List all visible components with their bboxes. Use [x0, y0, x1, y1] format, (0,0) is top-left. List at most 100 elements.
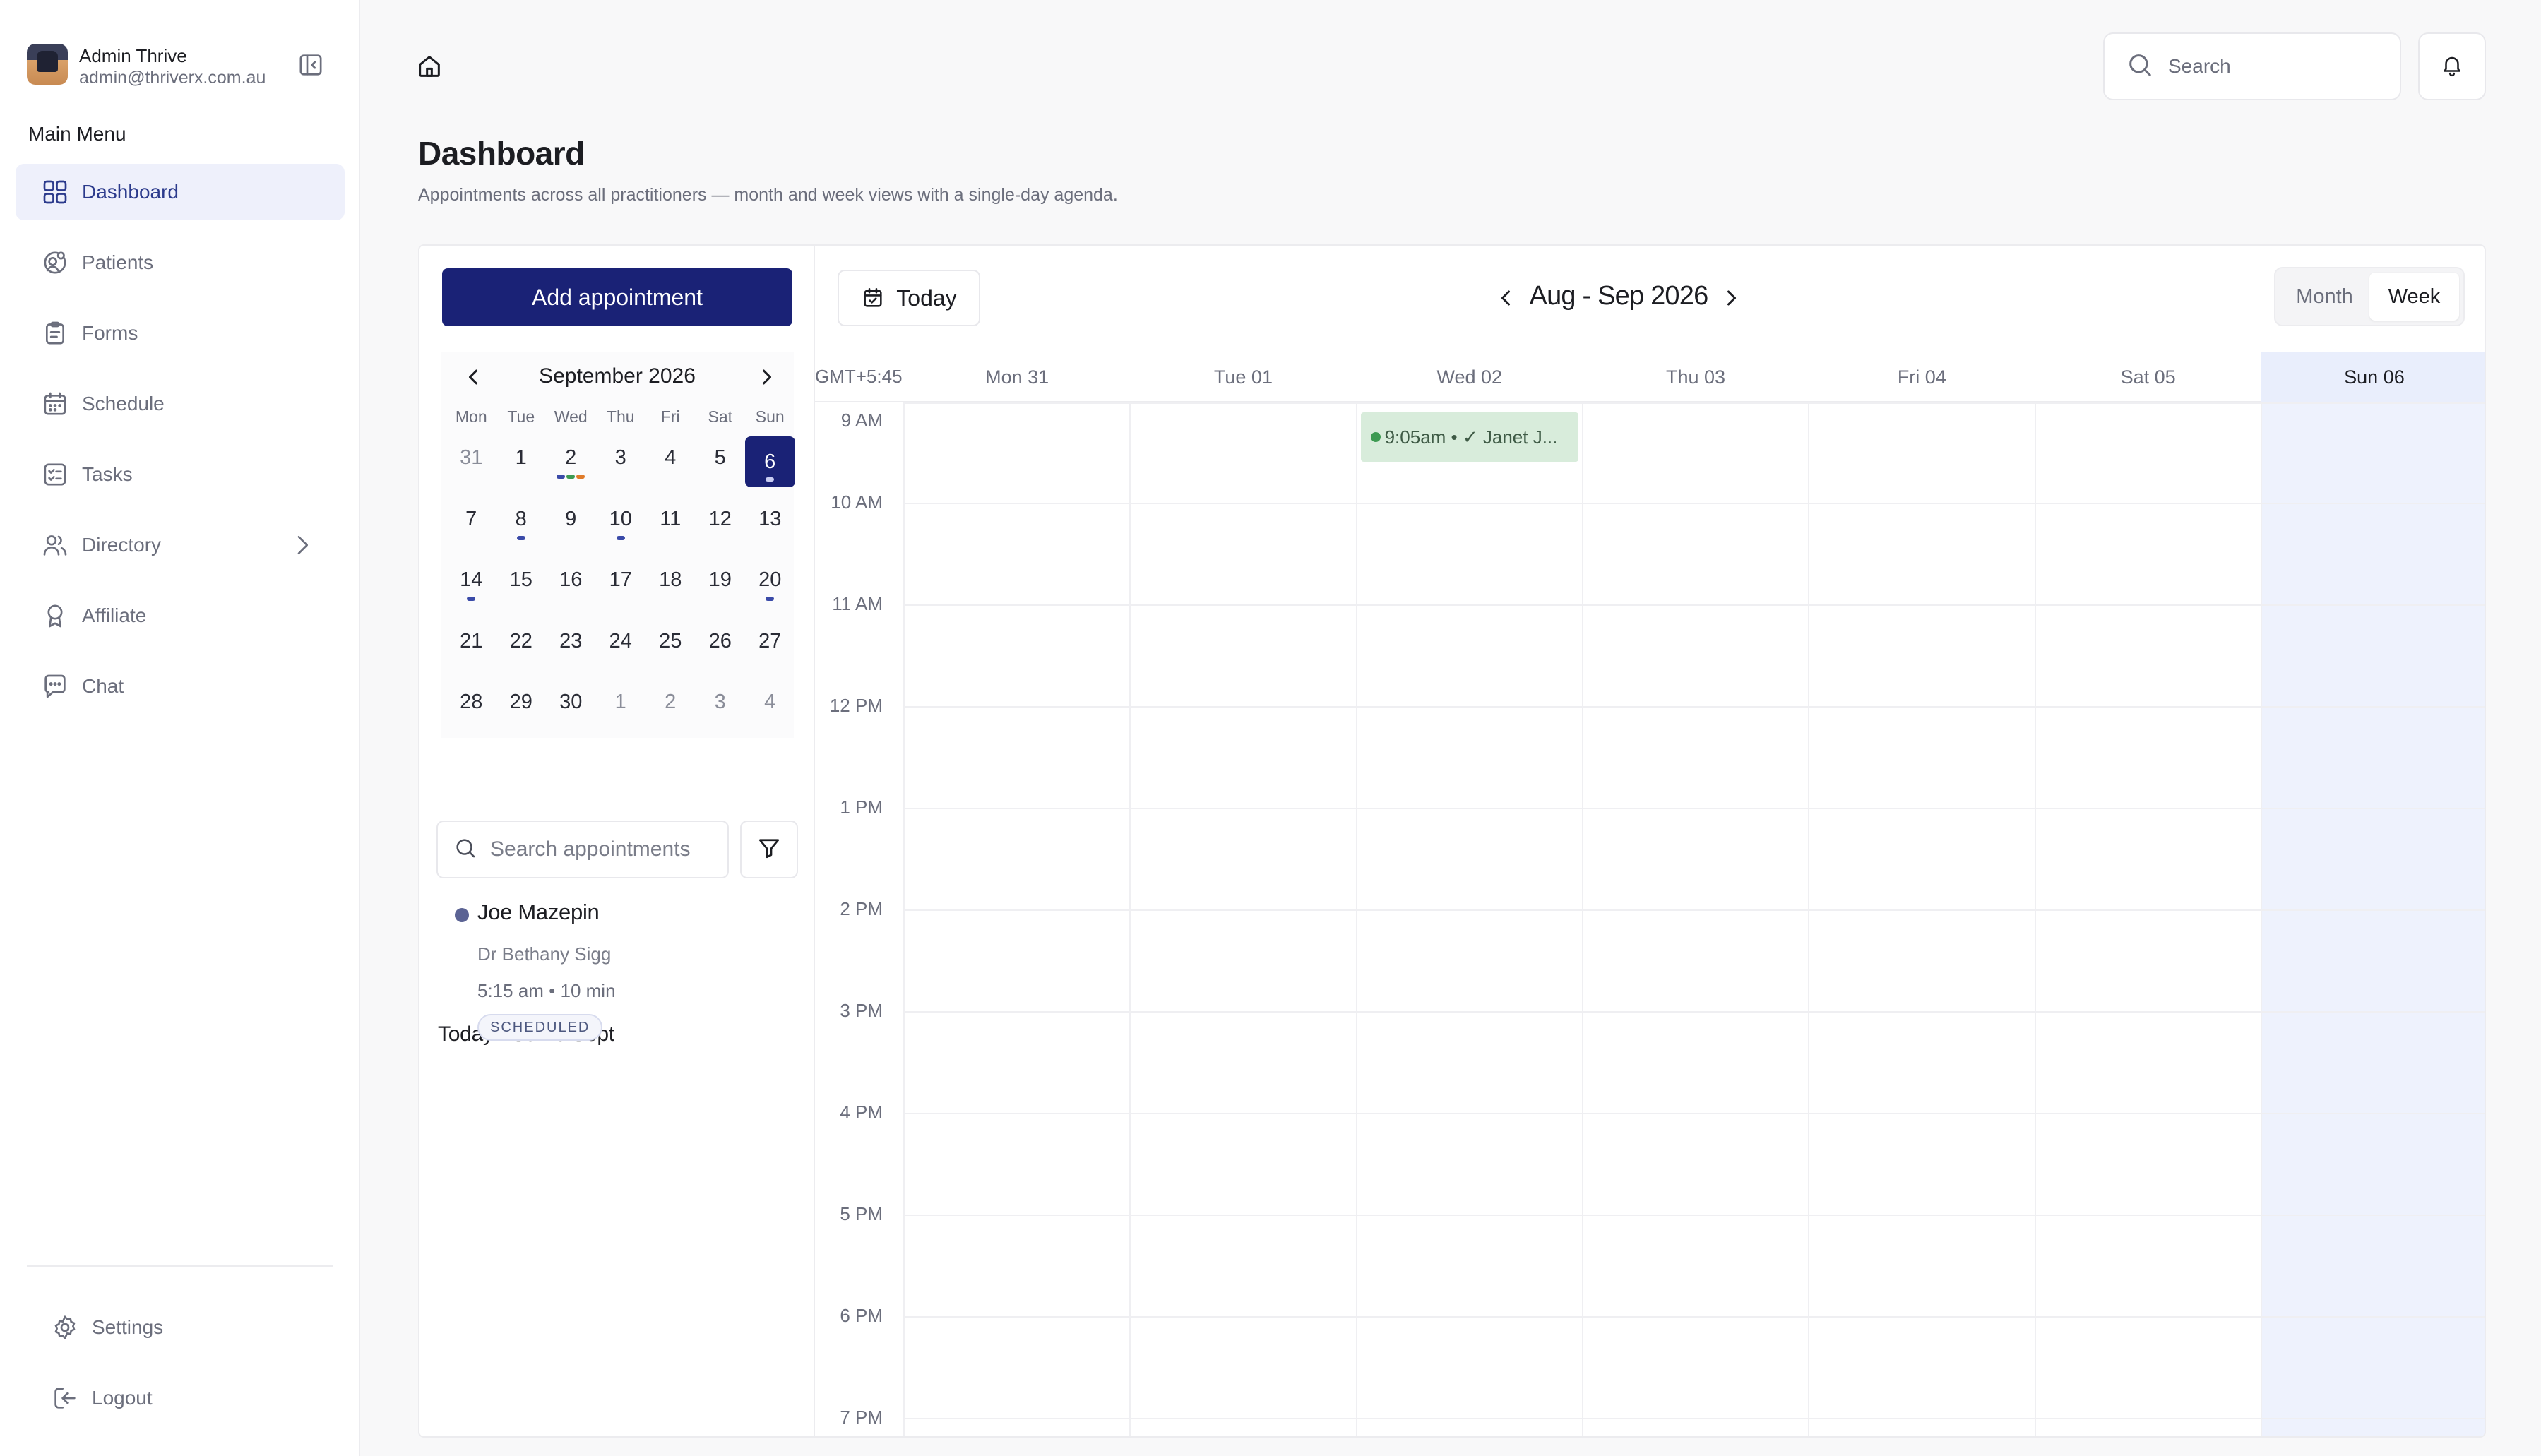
calendar-day[interactable]: 20 [745, 554, 795, 616]
calendar-day[interactable]: 16 [546, 554, 596, 616]
calendar-day[interactable]: 17 [596, 554, 646, 616]
day-number: 17 [609, 568, 632, 591]
day-number: 3 [614, 446, 626, 469]
calendar-day[interactable]: 18 [645, 554, 696, 616]
day-number: 2 [565, 446, 577, 469]
appointment-dot [576, 475, 585, 479]
calendar-day[interactable]: 4 [745, 676, 795, 738]
hour-label: 11 AM [832, 593, 883, 614]
calendar-day[interactable]: 2 [546, 432, 596, 494]
sidebar-item-logout[interactable]: Logout [27, 1370, 338, 1426]
calendar-day[interactable]: 25 [645, 616, 696, 677]
appointment-search-input[interactable] [490, 837, 716, 861]
day-column-header[interactable]: Tue 01 [1130, 352, 1356, 402]
calendar-day[interactable]: 12 [696, 494, 746, 555]
patients-icon [41, 249, 69, 277]
week-view-button[interactable]: Week [2369, 273, 2459, 321]
appointment-dot [557, 475, 566, 479]
calendar-day[interactable]: 14 [446, 554, 496, 616]
calendar-day[interactable]: 13 [745, 494, 795, 555]
day-column-header[interactable]: Sat 05 [2035, 352, 2261, 402]
day-column-header[interactable]: Mon 31 [904, 352, 1130, 402]
left-panel: Add appointment September 2026 Mon Tue Wed… [419, 246, 815, 1436]
calendar-day[interactable]: 1 [596, 676, 646, 738]
grid-column-line [1808, 402, 1810, 1436]
calendar-day[interactable]: 23 [546, 616, 596, 677]
chevron-right-icon[interactable] [754, 364, 780, 390]
search-input[interactable] [2168, 55, 2394, 78]
filter-button[interactable] [740, 821, 798, 878]
appointment-dot [616, 535, 625, 540]
calendar-event[interactable]: 9:05am • ✓ Janet J... [1360, 412, 1578, 462]
calendar-day-selected[interactable]: 6 [745, 432, 795, 494]
calendar-day[interactable]: 1 [496, 432, 547, 494]
sidebar-item-directory[interactable]: Directory [16, 517, 345, 573]
sidebar-item-chat[interactable]: Chat [16, 658, 345, 715]
nav-label: Dashboard [82, 181, 179, 203]
appointment-indicator [745, 597, 795, 601]
main-nav: Dashboard Patients Forms Schedule Tasks [16, 164, 345, 729]
sidebar-item-settings[interactable]: Settings [27, 1299, 338, 1356]
grid-column-line [2260, 402, 2262, 1436]
add-appointment-button[interactable]: Add appointment [442, 268, 792, 326]
appointment-search[interactable] [436, 821, 729, 878]
sidebar-collapse-icon[interactable] [297, 51, 325, 79]
calendar-day[interactable]: 8 [496, 494, 547, 555]
day-column-header[interactable]: Sun 06 [2261, 352, 2485, 402]
calendar-day[interactable]: 19 [696, 554, 746, 616]
calendar-day[interactable]: 30 [546, 676, 596, 738]
hour-label: 3 PM [840, 1000, 883, 1021]
sidebar-item-patients[interactable]: Patients [16, 234, 345, 291]
day-number: 29 [509, 691, 532, 713]
calendar-day[interactable]: 29 [496, 676, 547, 738]
weekday-label: Sun [755, 407, 785, 426]
sidebar-item-schedule[interactable]: Schedule [16, 376, 345, 432]
today-button[interactable]: Today [838, 270, 980, 326]
notifications-button[interactable] [2418, 32, 2486, 100]
day-column-header[interactable]: Fri 04 [1809, 352, 2035, 402]
calendar-day[interactable]: 7 [446, 494, 496, 555]
hour-label: 10 AM [831, 491, 883, 513]
sidebar-item-forms[interactable]: Forms [16, 305, 345, 362]
chat-icon [41, 672, 69, 700]
user-profile[interactable]: Admin Thrive admin@thriverx.com.au [27, 42, 338, 89]
calendar-day[interactable]: 9 [546, 494, 596, 555]
day-column-header[interactable]: Wed 02 [1357, 352, 1583, 402]
calendar-day[interactable]: 2 [645, 676, 696, 738]
day-column-header[interactable]: Thu 03 [1583, 352, 1809, 402]
sidebar-item-tasks[interactable]: Tasks [16, 446, 345, 503]
calendar-day[interactable]: 28 [446, 676, 496, 738]
calendar-day[interactable]: 21 [446, 616, 496, 677]
appointment-indicator [745, 477, 795, 482]
mini-calendar-header: September 2026 [441, 352, 794, 401]
calendar-day[interactable]: 5 [696, 432, 746, 494]
calendar-day[interactable]: 4 [645, 432, 696, 494]
day-number: 25 [659, 629, 682, 652]
chevron-left-icon[interactable] [1493, 285, 1518, 311]
calendar-day[interactable]: 27 [745, 616, 795, 677]
home-icon[interactable] [415, 52, 444, 80]
day-number: 5 [714, 446, 726, 469]
calendar-day[interactable]: 10 [596, 494, 646, 555]
calendar-day[interactable]: 22 [496, 616, 547, 677]
calendar-day[interactable]: 11 [645, 494, 696, 555]
calendar-day[interactable]: 3 [596, 432, 646, 494]
global-search[interactable] [2103, 32, 2401, 100]
calendar-day[interactable]: 15 [496, 554, 547, 616]
calendar-day[interactable]: 31 [446, 432, 496, 494]
event-status-dot [1370, 432, 1381, 442]
event-label: 9:05am • ✓ Janet J... [1384, 426, 1558, 448]
hour-label: 12 PM [829, 695, 883, 716]
calendar-day[interactable]: 3 [696, 676, 746, 738]
chevron-right-icon[interactable] [1719, 285, 1744, 311]
day-number: 13 [758, 507, 782, 530]
calendar-day[interactable]: 24 [596, 616, 646, 677]
sidebar-item-affiliate[interactable]: Affiliate [16, 587, 345, 644]
day-number: 11 [660, 507, 682, 530]
day-number: 10 [609, 507, 632, 530]
weekday-label: Wed [554, 407, 588, 426]
calendar-day[interactable]: 26 [696, 616, 746, 677]
calendar-icon [41, 390, 69, 418]
sidebar-item-dashboard[interactable]: Dashboard [16, 164, 345, 220]
month-view-button[interactable]: Month [2280, 273, 2369, 321]
